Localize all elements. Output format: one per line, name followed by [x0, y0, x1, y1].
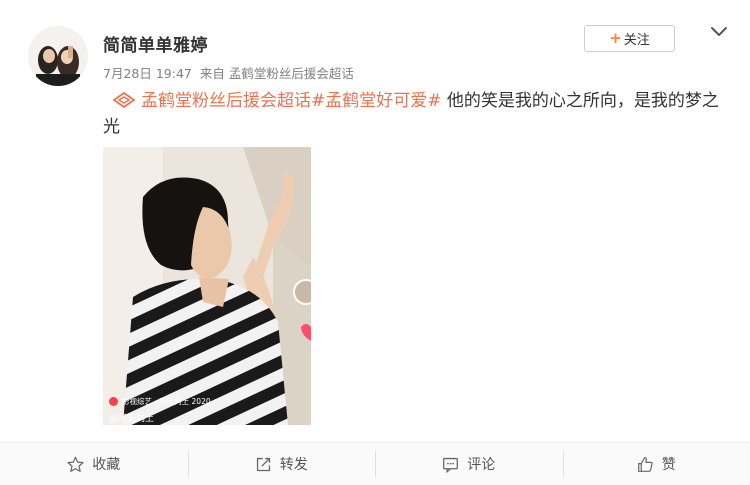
comment-icon [443, 457, 459, 473]
weibo-post-card: 简简单单雅婷 7月28日 19:47 来自 孟鹤堂粉丝后援会超话 + 关注 孟鹤… [0, 0, 750, 442]
like-label: 赞 [661, 457, 676, 473]
username[interactable]: 简简单单雅婷 [103, 31, 208, 56]
video-frame-image [103, 147, 311, 425]
repost-icon [256, 457, 270, 471]
video-thumbnail[interactable]: 影视综艺 · 天天向上 2020 @天天向上 [103, 147, 311, 425]
brand-logo-icon [109, 397, 118, 406]
like-button[interactable]: 赞 [562, 443, 750, 485]
super-topic-icon [113, 92, 135, 108]
thumbs-up-icon [637, 456, 653, 472]
favorite-label: 收藏 [92, 457, 121, 473]
star-icon [67, 456, 84, 472]
post-date[interactable]: 7月28日 19:47 [103, 66, 192, 81]
comment-button[interactable]: 评论 [375, 443, 563, 485]
post-meta: 7月28日 19:47 来自 孟鹤堂粉丝后援会超话 [103, 63, 354, 82]
chevron-down-icon[interactable] [709, 24, 729, 40]
from-label: 来自 [199, 66, 225, 81]
favorite-button[interactable]: 收藏 [0, 443, 188, 485]
plus-icon: + [609, 29, 622, 47]
comment-label: 评论 [467, 457, 496, 473]
repost-label: 转发 [279, 457, 308, 473]
video-watermark-brand: 影视综艺 · 天天向上 2020 [109, 396, 211, 407]
action-bar: 收藏 转发 评论 赞 [0, 443, 750, 485]
super-topic-link[interactable]: 孟鹤堂粉丝后援会超话 [141, 91, 311, 111]
post-source[interactable]: 孟鹤堂粉丝后援会超话 [229, 66, 354, 81]
brand-watermark-text: 影视综艺 · 天天向上 2020 [122, 397, 211, 406]
follow-button[interactable]: + 关注 [584, 25, 675, 52]
post-content: 孟鹤堂粉丝后援会超话#孟鹤堂好可爱# 他的笑是我的心之所向，是我的梦之光 [103, 88, 733, 140]
video-watermark-show: @天天向上 [109, 414, 155, 424]
avatar[interactable] [28, 26, 88, 86]
repost-button[interactable]: 转发 [187, 443, 376, 485]
avatar-image [28, 26, 88, 86]
follow-label: 关注 [623, 33, 650, 48]
hashtag-link[interactable]: #孟鹤堂好可爱# [311, 91, 442, 111]
